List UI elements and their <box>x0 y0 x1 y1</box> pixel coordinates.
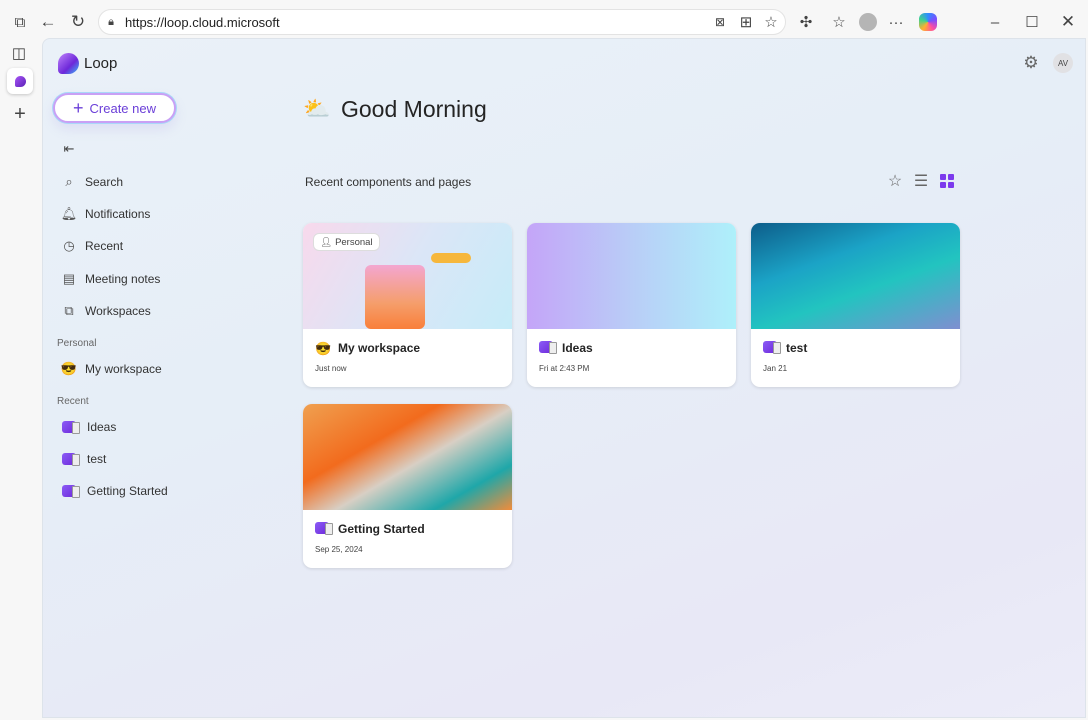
more-icon[interactable]: ··· <box>887 13 905 31</box>
notes-icon: ▤ <box>62 271 76 286</box>
url-text[interactable]: https://loop.cloud.microsoft <box>125 15 280 30</box>
loop-logo-icon <box>58 53 79 74</box>
label: Recent <box>85 239 124 253</box>
card-cover <box>303 404 512 510</box>
greeting: Good Morning <box>341 96 487 122</box>
card-title: Getting Started <box>338 522 425 536</box>
plus-icon: + <box>73 97 84 118</box>
bell-icon: 🔔︎ <box>60 206 78 221</box>
person-lock-icon: 👤︎ <box>320 236 333 248</box>
workspaces-icon: ⧉ <box>64 303 74 318</box>
label: Getting Started <box>87 484 168 498</box>
tracking-icon[interactable]: ⊠ <box>711 13 729 31</box>
sunglasses-emoji-icon: 😎 <box>315 341 332 356</box>
settings-icon[interactable]: ⚙ <box>1021 53 1041 73</box>
sidebar-item-recent[interactable]: ◷ Recent <box>55 232 245 260</box>
create-new-label: Create new <box>89 100 156 116</box>
label: Ideas <box>87 420 117 434</box>
lock-icon[interactable]: 🔒︎ <box>104 14 118 30</box>
personal-badge: 👤︎ Personal <box>313 233 380 251</box>
card-date: Just now <box>315 364 347 373</box>
close-icon[interactable]: ✕ <box>1058 12 1078 32</box>
sunglasses-emoji-icon: 😎 <box>60 361 78 376</box>
card-title: Ideas <box>562 341 593 355</box>
sidebar-item-test[interactable]: test <box>55 445 245 473</box>
label: Meeting notes <box>85 272 161 286</box>
notebook-illustration <box>365 265 425 329</box>
loop-tab[interactable] <box>7 68 33 94</box>
loop-page-icon <box>763 341 781 354</box>
label: Workspaces <box>85 304 151 318</box>
search-icon: ⌕ <box>65 174 73 189</box>
card-date: Fri at 2:43 PM <box>539 364 590 373</box>
list-view-icon[interactable]: ☰ <box>912 172 930 190</box>
label: My workspace <box>85 362 162 376</box>
copilot-icon[interactable] <box>919 13 937 31</box>
sidebar-toggle-icon[interactable]: ◫ <box>10 44 28 62</box>
section-recent: Recent <box>57 396 89 407</box>
back-icon[interactable]: ← <box>38 12 58 32</box>
sidebar-item-notifications[interactable]: 🔔︎ Notifications <box>55 200 245 228</box>
refresh-icon[interactable]: ↻ <box>68 12 88 32</box>
label: Notifications <box>85 207 151 221</box>
grid-view-icon[interactable] <box>940 174 954 188</box>
sidebar-item-ideas[interactable]: Ideas <box>55 413 245 441</box>
label: Search <box>85 175 124 189</box>
sidebar-item-my-workspace[interactable]: 😎 My workspace <box>55 355 245 383</box>
badge-label: Personal <box>335 236 373 248</box>
loop-page-icon <box>315 522 333 535</box>
weather-icon: ⛅ <box>303 96 331 121</box>
card-my-workspace[interactable]: 👤︎ Personal 😎 My workspace Just now <box>303 223 512 387</box>
loop-page-icon <box>62 485 80 498</box>
workspaces-tab-icon[interactable]: ⧉ <box>10 12 30 32</box>
card-cover: 👤︎ Personal <box>303 223 512 329</box>
card-ideas[interactable]: Ideas Fri at 2:43 PM <box>527 223 736 387</box>
card-getting-started[interactable]: Getting Started Sep 25, 2024 <box>303 404 512 568</box>
card-cover <box>527 223 736 329</box>
profile-icon[interactable] <box>859 13 877 31</box>
card-title: My workspace <box>338 341 421 355</box>
app-name: Loop <box>84 55 118 72</box>
avatar[interactable]: AV <box>1053 53 1073 73</box>
split-screen-icon[interactable]: ⊞ <box>737 13 755 31</box>
loop-page-icon <box>62 421 80 434</box>
extensions-icon[interactable]: ✣ <box>797 13 815 31</box>
favorites-icon[interactable]: ☆ <box>830 13 848 31</box>
loop-page-icon <box>539 341 557 354</box>
card-date: Sep 25, 2024 <box>315 545 363 554</box>
sidebar-item-meeting-notes[interactable]: ▤ Meeting notes <box>55 265 245 293</box>
favorite-star-icon[interactable]: ☆ <box>762 13 780 31</box>
squiggle-illustration <box>431 253 471 263</box>
card-title: test <box>786 341 808 355</box>
favorites-filter-icon[interactable]: ☆ <box>886 172 904 190</box>
clock-icon: ◷ <box>63 238 75 253</box>
loop-tab-icon <box>14 75 26 87</box>
create-new-button[interactable]: + Create new <box>53 93 176 123</box>
sidebar-item-workspaces[interactable]: ⧉ Workspaces <box>55 297 245 325</box>
label: test <box>87 452 107 466</box>
section-personal: Personal <box>57 338 97 349</box>
card-test[interactable]: test Jan 21 <box>751 223 960 387</box>
card-date: Jan 21 <box>763 364 788 373</box>
loop-page-icon <box>62 453 80 466</box>
recent-heading: Recent components and pages <box>305 175 472 189</box>
sidebar-item-getting-started[interactable]: Getting Started <box>55 477 245 505</box>
maximize-icon[interactable]: ☐ <box>1022 12 1042 32</box>
minimize-icon[interactable]: – <box>985 12 1005 32</box>
new-tab-icon[interactable]: + <box>10 103 30 125</box>
sidebar-item-search[interactable]: ⌕ Search <box>55 168 245 196</box>
collapse-sidebar-icon[interactable]: ⇤ <box>61 141 77 156</box>
card-cover <box>751 223 960 329</box>
